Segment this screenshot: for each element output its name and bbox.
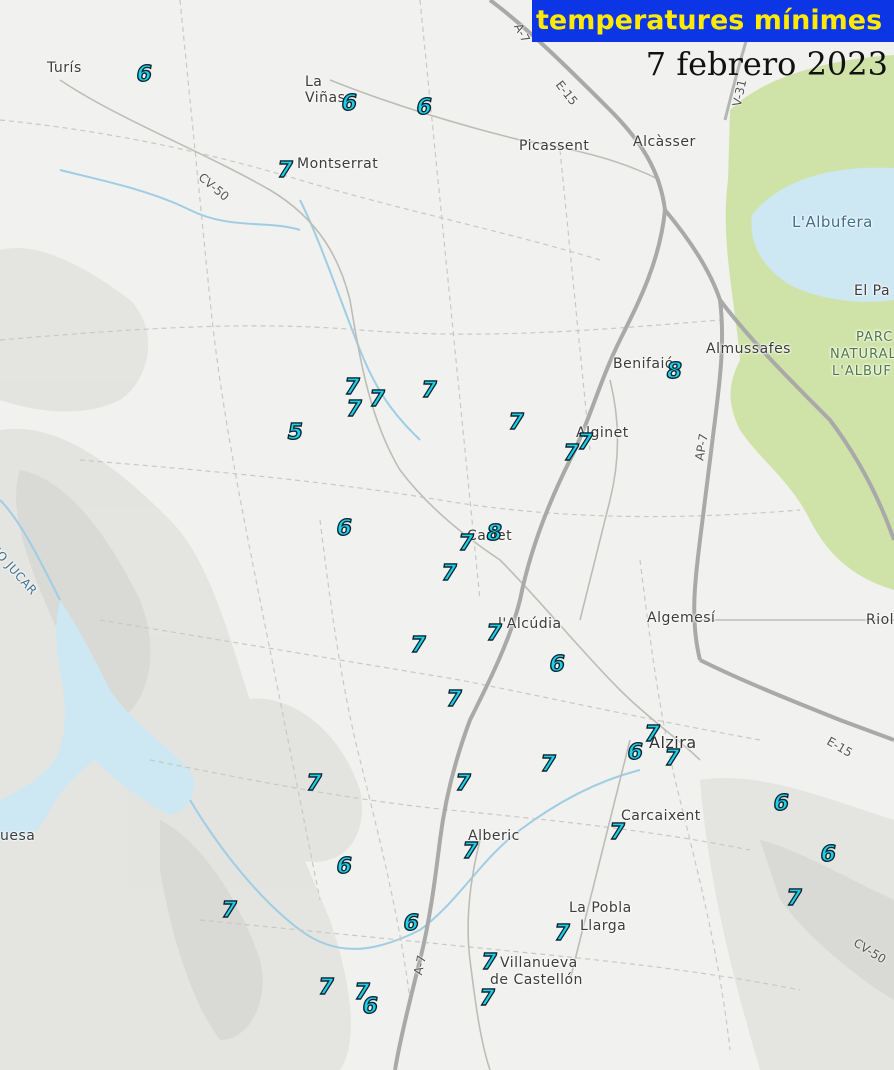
place-label: El Pa [854, 283, 891, 299]
park-label: NATURAL [830, 347, 894, 362]
place-label: Turís [47, 60, 82, 76]
place-label: Almussafes [706, 341, 791, 357]
park-label: L'ALBUF [832, 364, 892, 379]
place-label: Carcaixent [621, 808, 701, 824]
lake-label: L'Albufera [792, 213, 873, 231]
place-label: Villanueva [500, 955, 578, 971]
place-label: La Viñas [305, 74, 346, 106]
map-date: 7 febrero 2023 [645, 45, 888, 83]
place-label: uesa [0, 828, 36, 844]
place-label: l'Alcúdia [498, 616, 562, 632]
place-label: de Castellón [490, 972, 583, 988]
place-label: Benifaió [613, 356, 674, 372]
basemap [0, 0, 894, 1070]
place-label: Riol [866, 612, 894, 628]
place-label: Alcàsser [633, 134, 696, 150]
map-title: temperatures mínimes [532, 0, 894, 42]
place-label: Algemesí [647, 610, 716, 626]
park-label: PARC [856, 330, 894, 345]
place-label: La Pobla [569, 900, 632, 916]
place-label: Montserrat [297, 156, 379, 172]
place-label: Picassent [519, 138, 590, 154]
place-label: Llarga [580, 918, 627, 934]
